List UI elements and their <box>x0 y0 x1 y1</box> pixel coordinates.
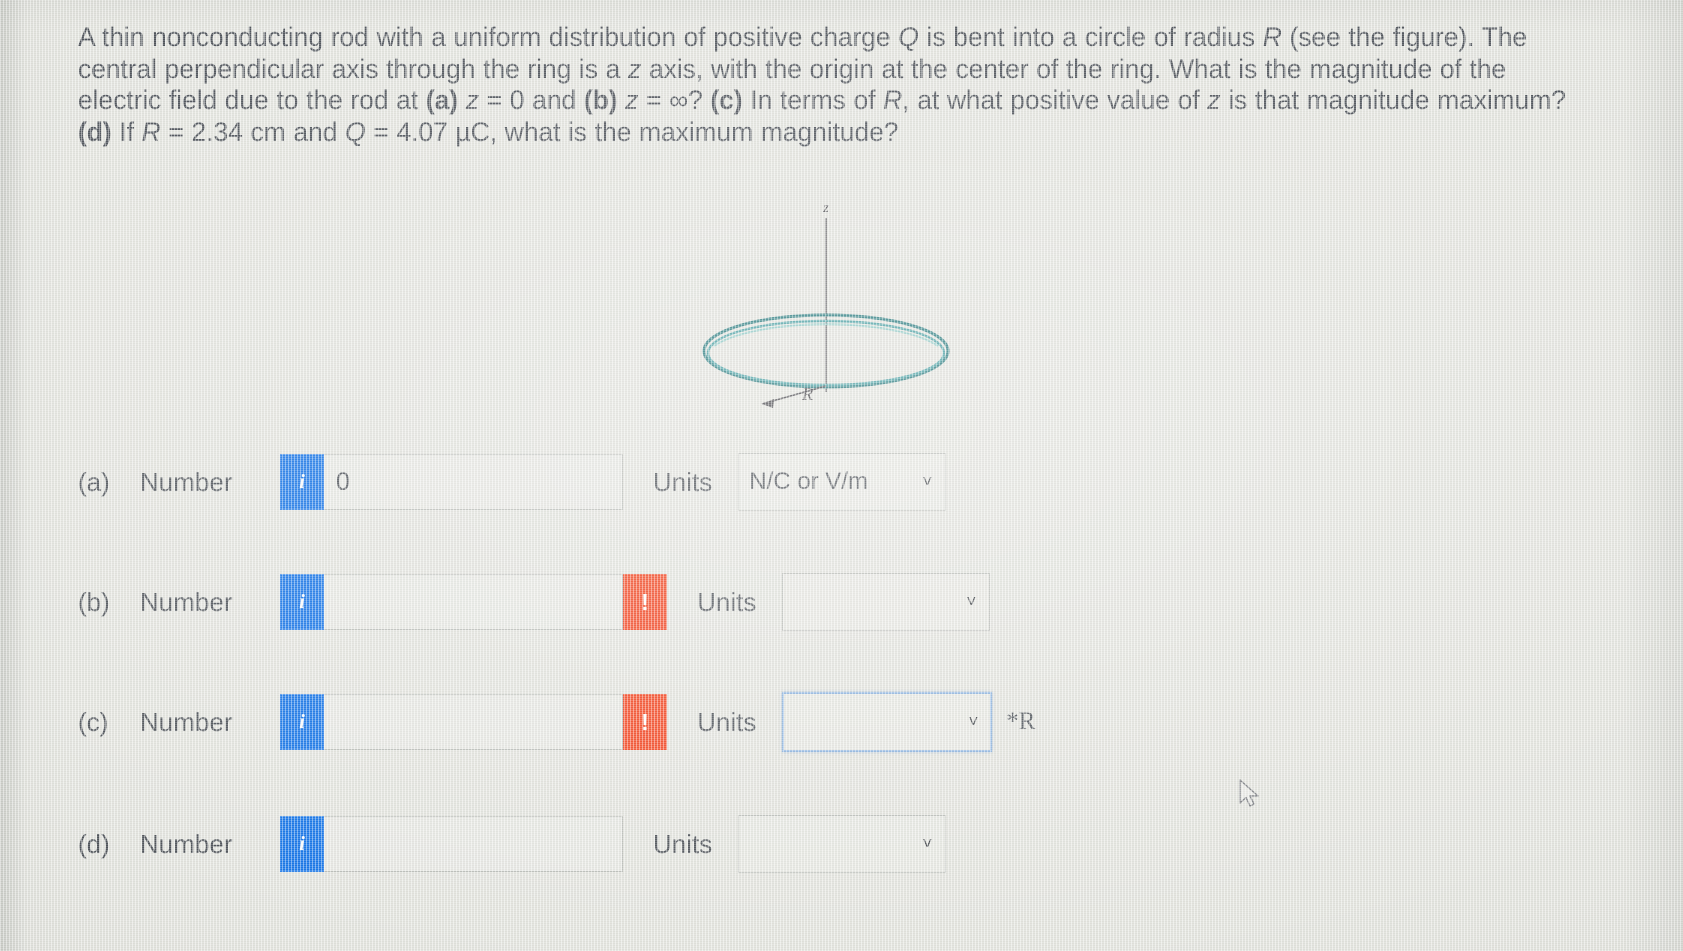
units-label-c: Units <box>697 706 757 737</box>
error-icon[interactable]: ! <box>623 694 667 750</box>
part-marker-a: (a) <box>425 85 458 115</box>
info-icon[interactable]: i <box>280 454 324 510</box>
answer-row-b: (b) Number i ! Units ˅ <box>78 572 991 632</box>
number-label-c: Number <box>140 706 233 737</box>
units-label-a: Units <box>653 466 713 497</box>
var-R: R <box>883 85 903 115</box>
number-input-a[interactable] <box>324 454 623 510</box>
problem-text-run: perpendicular axis through the ring is a <box>164 53 629 84</box>
part-label-c: (c) <box>78 706 109 737</box>
problem-text-run: is bent into a circle of radius <box>918 22 1263 52</box>
number-label-d: Number <box>140 828 233 859</box>
number-field-group-a: i <box>280 454 623 510</box>
part-marker-b: (b) <box>583 85 618 115</box>
problem-text-run: is that magnitude maximum? <box>1220 85 1566 115</box>
units-label-b: Units <box>697 586 757 617</box>
number-input-c[interactable] <box>324 694 623 750</box>
problem-text-run <box>617 85 625 115</box>
answer-row-a: (a) Number i Units ˅ <box>78 452 947 512</box>
number-input-d[interactable] <box>324 816 623 872</box>
number-field-group-b: i ! <box>280 574 667 630</box>
problem-text-run: µC, what is the maximum magnitude? <box>455 116 899 147</box>
answer-row-c: (c) Number i ! Units ˅ *R <box>78 692 1035 752</box>
problem-text-run <box>458 85 466 115</box>
var-Q: Q <box>345 116 366 147</box>
var-R: R <box>1262 22 1282 52</box>
var-R: R <box>141 116 161 147</box>
answer-row-d: (d) Number i Units ˅ <box>78 814 947 874</box>
radius-label: R <box>801 384 813 404</box>
var-Q: Q <box>898 22 919 52</box>
units-suffix-c: *R <box>1006 708 1036 735</box>
units-select-b[interactable] <box>782 573 991 631</box>
problem-statement: A thin nonconducting rod with a uniform … <box>78 22 1568 148</box>
error-icon[interactable]: ! <box>623 574 667 630</box>
units-select-wrap-b: ˅ <box>782 573 991 631</box>
info-icon[interactable]: i <box>280 694 324 750</box>
part-marker-d: (d) <box>78 116 112 147</box>
part-marker-c: (c) <box>710 85 743 115</box>
units-label-d: Units <box>653 828 713 859</box>
info-icon[interactable]: i <box>280 816 324 872</box>
units-select-wrap-d: ˅ <box>738 815 947 873</box>
number-input-b[interactable] <box>324 574 623 630</box>
var-z: z <box>1207 85 1221 115</box>
var-z: z <box>465 85 479 115</box>
problem-text-run: , at what positive value of <box>902 85 1208 115</box>
part-label-b: (b) <box>78 586 110 617</box>
part-label-a: (a) <box>78 466 110 497</box>
problem-text-run: A thin nonconducting rod with a uniform … <box>78 22 899 52</box>
radius-arrowhead <box>762 399 774 408</box>
units-select-a[interactable] <box>738 453 947 511</box>
info-icon[interactable]: i <box>280 574 324 630</box>
units-select-c[interactable] <box>782 692 993 752</box>
var-z: z <box>628 53 642 84</box>
number-label-b: Number <box>140 586 233 617</box>
units-select-d[interactable] <box>738 815 947 873</box>
ring-figure: z R <box>690 196 970 416</box>
units-select-wrap-c: ˅ <box>782 692 993 752</box>
problem-text-run: = ∞? <box>638 85 711 115</box>
problem-text-run: = 4.07 <box>365 116 448 147</box>
z-axis-label: z <box>822 201 829 216</box>
problem-text-run: In terms of <box>742 85 884 115</box>
number-label-a: Number <box>140 466 233 497</box>
problem-text-run: If <box>111 116 142 147</box>
mouse-pointer-icon <box>1238 778 1264 812</box>
problem-text-run: the rod at <box>306 85 426 115</box>
number-field-group-c: i ! <box>280 694 667 750</box>
problem-text-run: = 0 and <box>478 85 584 115</box>
problem-page: A thin nonconducting rod with a uniform … <box>0 0 1683 951</box>
units-select-wrap-a: ˅ <box>738 453 947 511</box>
var-z: z <box>625 85 639 115</box>
problem-text-run: = 2.34 cm and <box>160 116 346 147</box>
part-label-d: (d) <box>78 828 110 859</box>
number-field-group-d: i <box>280 816 623 872</box>
